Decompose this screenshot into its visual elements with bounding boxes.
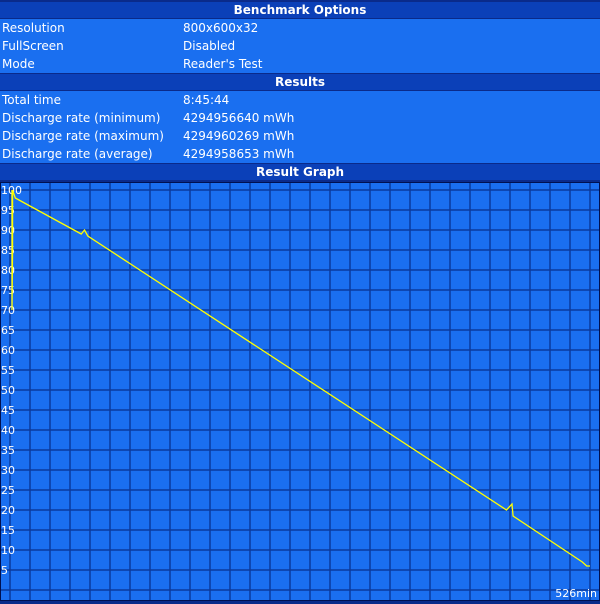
- result-value: 8:45:44: [183, 93, 230, 107]
- y-tick-label: 65: [1, 324, 15, 337]
- y-tick-label: 30: [1, 464, 15, 477]
- result-label: Discharge rate (maximum): [2, 129, 164, 143]
- y-tick-label: 45: [1, 404, 15, 417]
- option-label: Mode: [2, 57, 35, 71]
- option-value: 800x600x32: [183, 21, 259, 35]
- result-value: 4294958653 mWh: [183, 147, 295, 161]
- results-section: Total time 8:45:44 Discharge rate (minimu…: [0, 91, 600, 163]
- results-header: Results: [0, 74, 600, 90]
- y-tick-label: 50: [1, 384, 15, 397]
- y-tick-label: 25: [1, 484, 15, 497]
- result-graph: 100 95 90 85 80 75 70 65 60 55 50 45 40 35 30 25 20 15 10 5…: [0, 181, 600, 602]
- result-label: Total time: [2, 93, 61, 107]
- benchmark-options-header: Benchmark Options: [0, 2, 600, 18]
- option-row: Resolution 800x600x32: [0, 19, 600, 37]
- result-value: 4294956640 mWh: [183, 111, 295, 125]
- y-tick-label: 55: [1, 364, 15, 377]
- y-tick-label: 15: [1, 524, 15, 537]
- result-label: Discharge rate (minimum): [2, 111, 161, 125]
- result-row: Total time 8:45:44: [0, 91, 600, 109]
- option-value: Reader's Test: [183, 57, 263, 71]
- result-label: Discharge rate (average): [2, 147, 153, 161]
- result-row: Discharge rate (maximum) 4294960269 mWh: [0, 127, 600, 145]
- graph-svg: 1009590858075706560555045403530252015105…: [0, 181, 600, 602]
- y-tick-label: 60: [1, 344, 15, 357]
- result-row: Discharge rate (minimum) 4294956640 mWh: [0, 109, 600, 127]
- result-row: Discharge rate (average) 4294958653 mWh: [0, 145, 600, 163]
- options-section: Resolution 800x600x32 FullScreen Disabled …: [0, 19, 600, 73]
- y-tick-label: 75: [1, 284, 15, 297]
- option-value: Disabled: [183, 39, 236, 53]
- result-value: 4294960269 mWh: [183, 129, 295, 143]
- y-tick-label: 40: [1, 424, 15, 437]
- y-tick-label: 5: [1, 564, 8, 577]
- y-tick-label: 10: [1, 544, 15, 557]
- option-row: FullScreen Disabled: [0, 37, 600, 55]
- y-tick-label: 70: [1, 304, 15, 317]
- option-row: Mode Reader's Test: [0, 55, 600, 73]
- x-end-label: 526min: [555, 587, 597, 600]
- result-graph-header: Result Graph: [0, 164, 600, 180]
- option-label: FullScreen: [2, 39, 64, 53]
- y-tick-label: 35: [1, 444, 15, 457]
- y-tick-label: 20: [1, 504, 15, 517]
- option-label: Resolution: [2, 21, 65, 35]
